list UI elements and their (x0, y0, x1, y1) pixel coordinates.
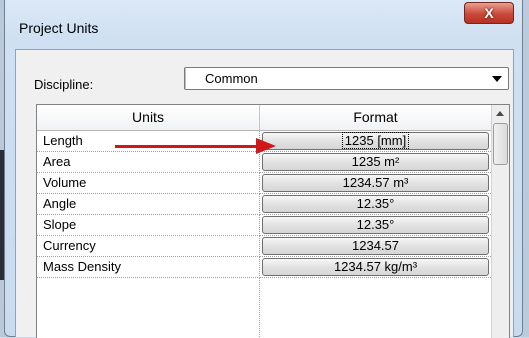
close-icon: X (484, 5, 494, 21)
format-cell: 1234.57 kg/m³ (260, 257, 491, 278)
format-button-area[interactable]: 1235 m² (262, 153, 489, 171)
dropdown-edge (185, 68, 186, 89)
format-button-angle[interactable]: 12.35° (262, 195, 489, 213)
table-row: Currency 1234.57 (37, 236, 491, 257)
unit-name-currency[interactable]: Currency (37, 236, 260, 257)
table-row: Mass Density 1234.57 kg/m³ (37, 257, 491, 278)
table-row: Volume 1234.57 m³ (37, 173, 491, 194)
format-value: 1234.57 (352, 238, 399, 253)
unit-name-angle[interactable]: Angle (37, 194, 260, 215)
format-value: 1235 [mm] (341, 132, 410, 149)
format-value: 12.35° (356, 217, 395, 232)
format-cell: 1234.57 m³ (260, 173, 491, 194)
format-button-currency[interactable]: 1234.57 (262, 237, 489, 255)
table-row: Area 1235 m² (37, 152, 491, 173)
annotation-arrow-icon (256, 138, 276, 154)
format-button-mass-density[interactable]: 1234.57 kg/m³ (262, 258, 489, 276)
format-value: 1234.57 kg/m³ (333, 259, 418, 274)
close-button[interactable]: X (464, 2, 514, 24)
discipline-label: Discipline: (34, 77, 94, 92)
format-value: 12.35° (356, 196, 395, 211)
discipline-dropdown[interactable]: Common (184, 67, 509, 90)
table-row: Slope 12.35° (37, 215, 491, 236)
unit-name-length[interactable]: Length (37, 131, 260, 152)
format-value: 1234.57 m³ (342, 175, 409, 190)
scrollbar-thumb[interactable] (493, 123, 508, 165)
table-empty-area (37, 278, 260, 338)
format-button-slope[interactable]: 12.35° (262, 216, 489, 234)
vertical-scrollbar[interactable] (491, 105, 509, 338)
unit-name-area[interactable]: Area (37, 152, 260, 173)
chevron-down-icon (492, 76, 502, 82)
format-button-length[interactable]: 1235 [mm] (262, 132, 489, 150)
format-cell: 12.35° (260, 194, 491, 215)
format-cell: 12.35° (260, 215, 491, 236)
annotation-arrow-shaft (115, 145, 260, 148)
scroll-up-icon[interactable] (493, 106, 508, 121)
project-units-dialog: Project Units X Discipline: Common Units… (4, 0, 523, 338)
unit-name-mass-density[interactable]: Mass Density (37, 257, 260, 278)
unit-name-volume[interactable]: Volume (37, 173, 260, 194)
discipline-selected-value: Common (205, 71, 258, 86)
dialog-title: Project Units (19, 20, 99, 36)
column-header-format[interactable]: Format (260, 105, 491, 130)
format-button-volume[interactable]: 1234.57 m³ (262, 174, 489, 192)
format-cell: 1235 m² (260, 152, 491, 173)
table-row: Angle 12.35° (37, 194, 491, 215)
title-bar: Project Units X (5, 0, 522, 44)
table-header: Units Format (37, 105, 491, 131)
unit-name-slope[interactable]: Slope (37, 215, 260, 236)
format-cell: 1234.57 (260, 236, 491, 257)
dialog-body: Discipline: Common Units Format Length 1… (15, 49, 514, 338)
format-value: 1235 m² (351, 154, 400, 169)
format-cell: 1235 [mm] (260, 131, 491, 152)
column-header-units[interactable]: Units (37, 105, 260, 130)
